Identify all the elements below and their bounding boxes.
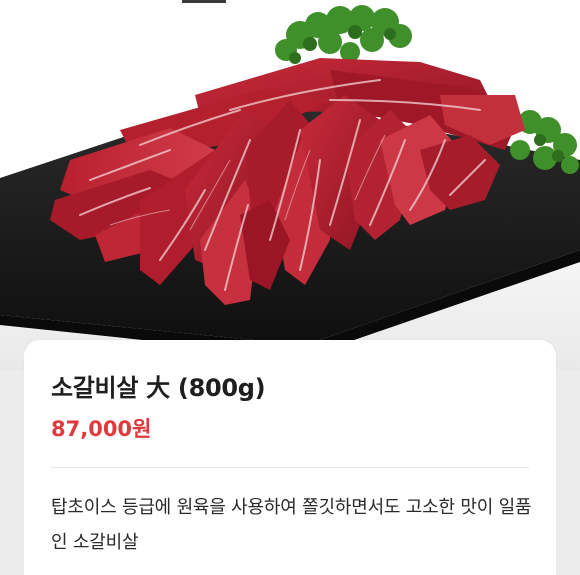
beef-short-rib-photo	[0, 5, 580, 357]
product-detail-screen: 소갈비살 大 (800g) 87,000원 탑초이스 등급에 원육을 사용하여 …	[0, 0, 580, 575]
divider	[51, 467, 529, 468]
product-price: 87,000원	[51, 417, 152, 441]
product-info-card: 소갈비살 大 (800g) 87,000원 탑초이스 등급에 원육을 사용하여 …	[24, 340, 556, 575]
product-image[interactable]	[0, 0, 580, 370]
product-title: 소갈비살 大 (800g)	[51, 374, 266, 402]
product-description: 탑초이스 등급에 원육을 사용하여 쫄깃하면서도 고소한 맛이 일품인 소갈비살	[51, 497, 532, 553]
tab-indicator	[182, 0, 226, 3]
